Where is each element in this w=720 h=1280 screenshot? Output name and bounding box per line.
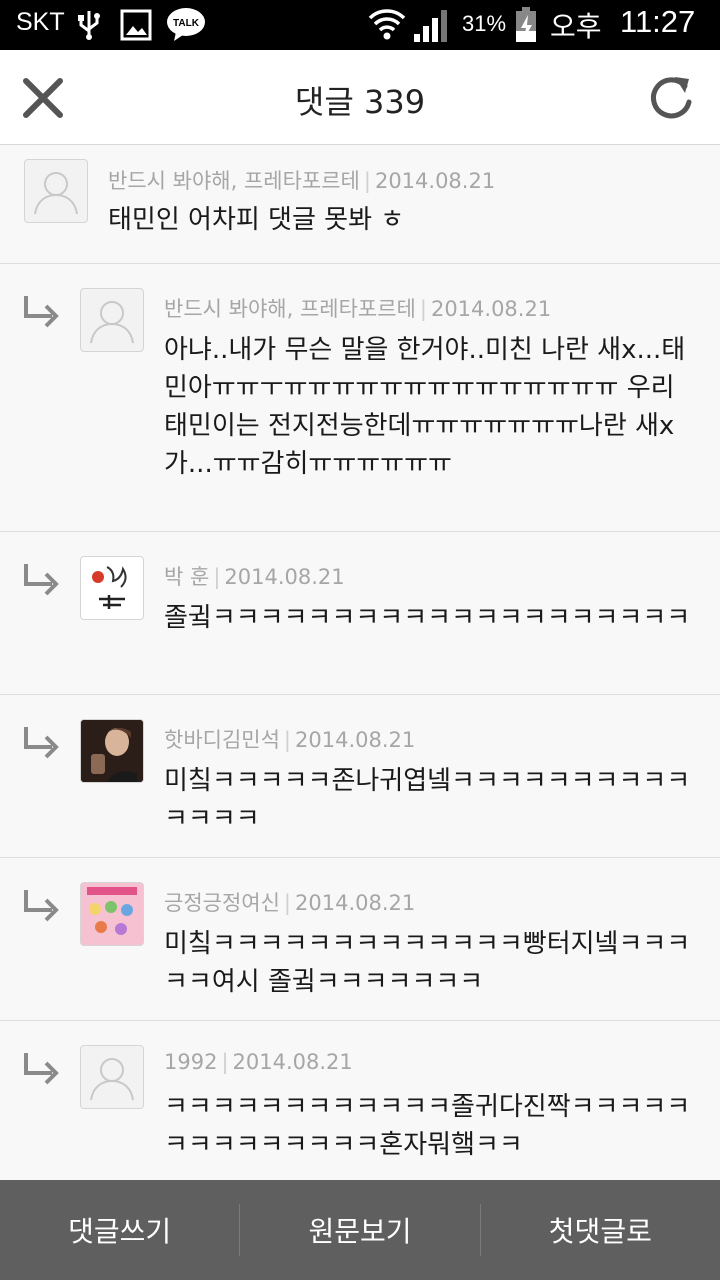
comment-meta: 긍정긍정여신 | 2014.08.21 [164,887,415,917]
status-bar: SKT TALK 31% 오후 11:27 [0,0,720,50]
first-comment-button[interactable]: 첫댓글로 [481,1180,720,1280]
reply-arrow-icon [22,1051,60,1087]
photo-avatar-icon [81,720,143,782]
comment-date: 2014.08.21 [295,728,416,752]
bottom-action-bar: 댓글쓰기 원문보기 첫댓글로 [0,1180,720,1280]
comment-item[interactable]: 박 훈 | 2014.08.21 졸귘ㅋㅋㅋㅋㅋㅋㅋㅋㅋㅋㅋㅋㅋㅋㅋㅋㅋㅋㅋㅋ [0,532,720,695]
comment-text: 태민인 어차피 댓글 못봐 ㅎ [108,205,405,235]
avatar[interactable] [80,556,144,620]
default-avatar-icon [90,301,134,344]
view-original-button[interactable]: 원문보기 [240,1180,479,1280]
write-comment-button[interactable]: 댓글쓰기 [0,1180,239,1280]
comment-date: 2014.08.21 [232,1050,353,1074]
comment-item[interactable]: 긍정긍정여신 | 2014.08.21 미칰ㅋㅋㅋㅋㅋㅋㅋㅋㅋㅋㅋㅋㅋ빵터지넼ㅋㅋㅋ… [0,858,720,1021]
reply-arrow-icon [22,888,60,924]
refresh-button[interactable] [645,72,699,126]
wifi-icon [368,6,406,46]
meta-divider: | [419,297,427,321]
comment-date: 2014.08.21 [224,565,345,589]
comment-author[interactable]: 1992 [164,1050,217,1074]
comment-date: 2014.08.21 [374,169,496,193]
refresh-icon [651,77,692,119]
avatar[interactable] [80,882,144,946]
comment-author[interactable]: 박 훈 [164,565,209,589]
comment-item[interactable]: 핫바디김민석 | 2014.08.21 미칰ㅋㅋㅋㅋㅋ존나귀엽넼ㅋㅋㅋㅋㅋㅋㅋㅋㅋㅋ… [0,695,720,858]
default-avatar-icon [90,1058,134,1101]
comment-date: 2014.08.21 [295,891,416,915]
comment-text: 졸귘ㅋㅋㅋㅋㅋㅋㅋㅋㅋㅋㅋㅋㅋㅋㅋㅋㅋㅋㅋㅋ [164,603,691,633]
comment-list[interactable]: 반드시 봐야해, 프레타포르테 | 2014.08.21 태민인 어차피 댓글 못봐… [0,146,720,1180]
comment-author[interactable]: 긍정긍정여신 [164,891,280,915]
comment-author[interactable]: 반드시 봐야해, 프레타포르테 [108,169,360,193]
meta-divider: | [363,169,371,193]
comment-meta: 반드시 봐야해, 프레타포르테 | 2014.08.21 [108,165,495,195]
avatar[interactable] [24,159,88,223]
comment-meta: 반드시 봐야해, 프레타포르테 | 2014.08.21 [164,293,551,323]
comment-text: 미칰ㅋㅋㅋㅋㅋㅋㅋㅋㅋㅋㅋㅋㅋ빵터지넼ㅋㅋㅋㅋㅋ여시 졸귘ㅋㅋㅋㅋㅋㅋㅋ [164,929,691,997]
carrier-label: SKT [16,8,65,36]
page-title: 댓글 339 [294,83,426,121]
image-icon [120,9,152,45]
drawing-avatar-icon [92,566,127,609]
header-bar: 댓글 339 [0,50,720,145]
comment-text: 미칰ㅋㅋㅋㅋㅋ존나귀엽넼ㅋㅋㅋㅋㅋㅋㅋㅋㅋㅋㅋㅋㅋㅋ [164,766,691,834]
reply-arrow-icon [22,294,60,330]
reply-arrow-icon [22,725,60,761]
talk-icon-label: TALK [173,18,200,29]
reply-arrow-icon [22,562,60,598]
talk-icon: TALK [166,6,206,46]
meta-divider: | [221,1050,229,1074]
meta-divider: | [283,891,291,915]
default-avatar-icon [34,172,78,215]
avatar[interactable] [80,288,144,352]
comment-text: ㅋㅋㅋㅋㅋㅋㅋㅋㅋㅋㅋㅋ졸귀다진짝ㅋㅋㅋㅋㅋㅋㅋㅋㅋㅋㅋㅋㅋㅋ혼자뭐햌ㅋㅋ [164,1092,691,1160]
pink-avatar-icon [81,883,143,945]
comment-author[interactable]: 반드시 봐야해, 프레타포르테 [164,297,416,321]
meta-divider: | [283,728,291,752]
comment-item[interactable]: 1992 | 2014.08.21 ㅋㅋㅋㅋㅋㅋㅋㅋㅋㅋㅋㅋ졸귀다진짝ㅋㅋㅋㅋㅋㅋㅋ… [0,1021,720,1180]
signal-icon [414,8,450,46]
battery-icon [515,7,537,47]
comment-date: 2014.08.21 [430,297,552,321]
clock: 11:27 [620,4,696,39]
ampm-label: 오후 [550,10,602,43]
avatar[interactable] [80,719,144,783]
battery-percent: 31% [462,11,507,36]
meta-divider: | [213,565,221,589]
usb-icon [76,9,102,45]
comment-item[interactable]: 반드시 봐야해, 프레타포르테 | 2014.08.21 태민인 어차피 댓글 못봐… [0,146,720,264]
comment-author[interactable]: 핫바디김민석 [164,728,280,752]
comment-text: 아냐..내가 무슨 말을 한거야..미친 나란 새x...태민아ㅠㅠㅜㅠㅠㅠㅠㅠ… [164,335,686,479]
comment-item[interactable]: 반드시 봐야해, 프레타포르테 | 2014.08.21 아냐..내가 무슨 말을 … [0,264,720,532]
avatar[interactable] [80,1045,144,1109]
comment-meta: 1992 | 2014.08.21 [164,1050,353,1074]
comment-meta: 핫바디김민석 | 2014.08.21 [164,724,415,754]
comment-meta: 박 훈 | 2014.08.21 [164,561,345,591]
